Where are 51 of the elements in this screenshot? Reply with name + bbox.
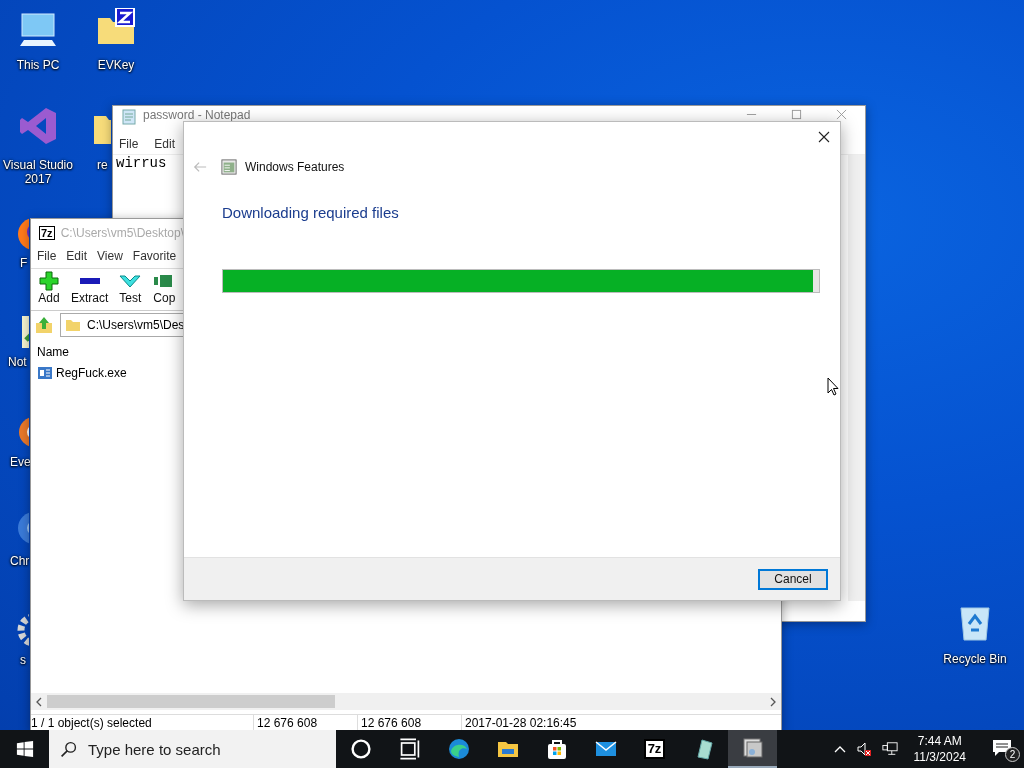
close-icon[interactable] [818, 131, 830, 143]
icon-label: F [20, 256, 28, 270]
search-icon [60, 741, 77, 758]
icon-label: This PC [15, 58, 61, 72]
search-field[interactable]: Type here to search [49, 730, 336, 768]
app-logo: 7z [39, 226, 55, 240]
caret-icon[interactable] [833, 745, 846, 753]
scroll-right-icon[interactable] [769, 696, 777, 707]
toolbar-button[interactable]: Cop [152, 271, 177, 305]
menu-item[interactable]: File [117, 137, 141, 151]
status-text: 2017-01-28 02:16:45 [464, 715, 578, 730]
window-title: password - Notepad [143, 109, 251, 122]
scrollbar-thumb[interactable] [47, 695, 335, 708]
notification-count: 2 [1005, 747, 1020, 762]
icon-label: re [97, 158, 108, 172]
volume-muted-icon[interactable] [855, 741, 872, 757]
menu-item[interactable]: Edit [152, 137, 178, 151]
toolbar-button[interactable]: Add [37, 271, 61, 305]
status-heading: Downloading required files [222, 204, 400, 221]
icon-label: s [20, 653, 26, 667]
window-features-icon [221, 159, 237, 175]
menu-item[interactable]: File [35, 249, 59, 263]
icon-label: Not [8, 355, 27, 369]
icon-label: Eve [10, 455, 31, 469]
window-features-icon[interactable] [728, 730, 777, 768]
start-button-icon[interactable] [16, 740, 34, 758]
menu-item[interactable]: Edit [64, 249, 90, 263]
toolbar-button[interactable]: Extract [71, 271, 109, 305]
notepad-icon [121, 109, 137, 125]
horizontal-scrollbar[interactable] [31, 693, 781, 710]
scrollbar[interactable] [848, 155, 865, 601]
folder-up-icon[interactable] [34, 315, 54, 335]
menu-item[interactable]: View [95, 249, 125, 263]
cancel-button[interactable]: Cancel [758, 568, 828, 590]
network-icon[interactable] [881, 741, 898, 757]
plus-icon [37, 271, 61, 291]
program-file-icon [37, 365, 53, 381]
icon-label: EVKey [96, 58, 136, 72]
scroll-left-icon[interactable] [35, 696, 43, 707]
maximize-icon[interactable] [791, 109, 802, 120]
folder-icon [65, 317, 81, 333]
icon-label: Chr [10, 554, 30, 568]
menu-item[interactable]: Favorite [130, 249, 179, 263]
toolbar-button[interactable]: Test [118, 271, 143, 305]
document-text: wirrus [116, 155, 167, 171]
column-header[interactable]: Name [37, 345, 69, 359]
clock[interactable]: 7:44 AM 11/3/2024 [907, 733, 972, 765]
icon-label: Visual Studio 2017 [2, 158, 74, 186]
icon-label: Recycle Bin [942, 652, 1008, 666]
window-title: C:\Users\vm5\Desktop\ [60, 226, 184, 240]
dialog-title: Windows Features [245, 160, 345, 174]
